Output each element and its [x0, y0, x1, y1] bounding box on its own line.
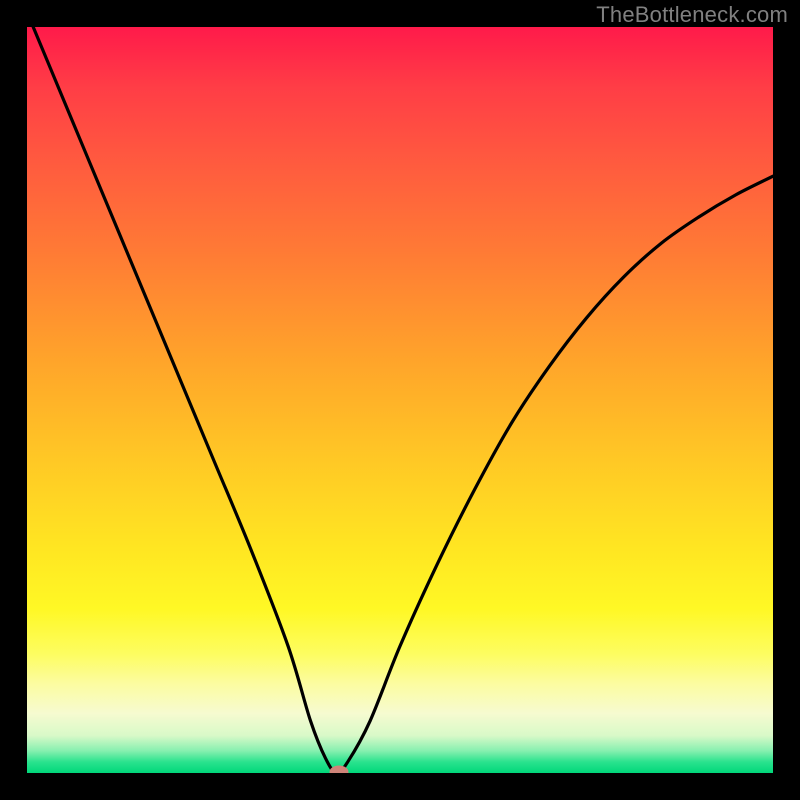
- plot-area: [27, 27, 773, 773]
- bottleneck-curve: [27, 27, 773, 773]
- optimal-point-marker: [329, 765, 348, 773]
- attribution-label: TheBottleneck.com: [596, 2, 788, 28]
- chart-frame: TheBottleneck.com: [0, 0, 800, 800]
